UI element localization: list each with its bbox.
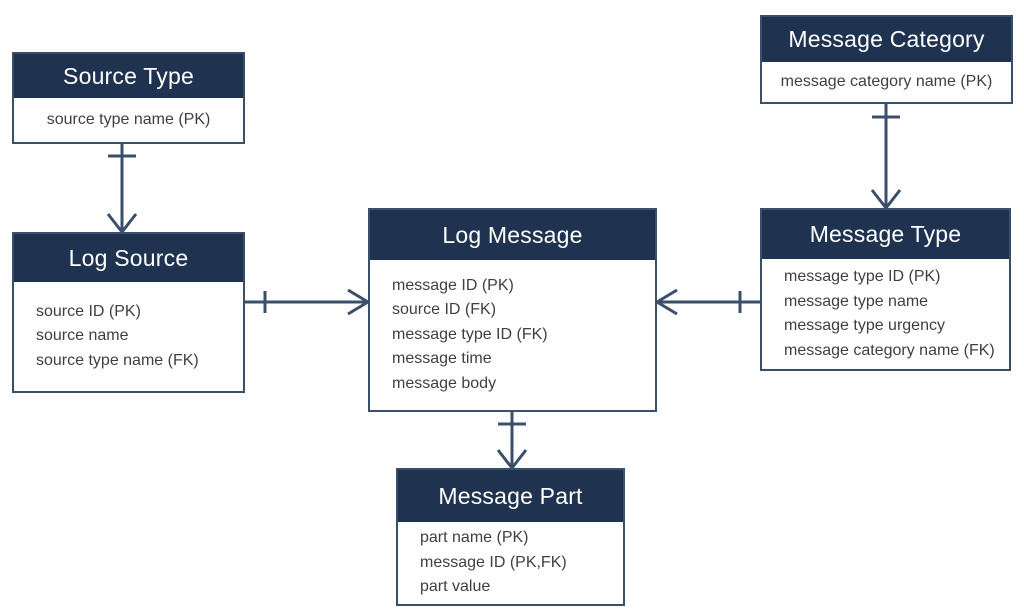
attribute-row: message body: [392, 374, 497, 392]
attribute-row: source ID (PK): [36, 302, 141, 320]
connector-message-category-to-message-type: [870, 104, 902, 209]
entity-title: Message Part: [438, 482, 583, 509]
entity-log-source[interactable]: Log Source source ID (PK) source name so…: [12, 232, 245, 393]
entity-attributes-message-part: part name (PK) message ID (PK,FK) part v…: [398, 522, 623, 604]
attribute-row: message category name (PK): [780, 72, 993, 90]
connector-source-type-to-log-source: [106, 144, 138, 233]
attribute-row: message category name (FK): [784, 341, 995, 359]
entity-header-message-category: Message Category: [762, 17, 1011, 62]
entity-message-type[interactable]: Message Type message type ID (PK) messag…: [760, 208, 1011, 371]
attribute-row: part value: [420, 578, 491, 596]
entity-title: Message Category: [788, 26, 985, 52]
entity-header-source-type: Source Type: [14, 54, 243, 98]
attribute-row: message type ID (PK): [784, 268, 941, 285]
connector-log-message-to-message-part: [496, 412, 528, 469]
entity-attributes-log-source: source ID (PK) source name source type n…: [14, 282, 243, 391]
entity-source-type[interactable]: Source Type source type name (PK): [12, 52, 245, 144]
entity-attributes-log-message: message ID (PK) source ID (FK) message t…: [370, 260, 655, 410]
connector-log-message-to-message-type: [656, 288, 760, 316]
entity-header-message-type: Message Type: [762, 210, 1009, 259]
attribute-row: source ID (FK): [392, 301, 497, 319]
attribute-row: message type name: [784, 292, 929, 310]
connector-log-source-to-log-message: [245, 288, 369, 316]
er-diagram-canvas: Source Type source type name (PK) Log So…: [0, 0, 1024, 616]
entity-title: Log Message: [442, 221, 583, 248]
entity-log-message[interactable]: Log Message message ID (PK) source ID (F…: [368, 208, 657, 412]
entity-message-category[interactable]: Message Category message category name (…: [760, 15, 1013, 104]
attribute-row: message type ID (FK): [392, 325, 548, 343]
entity-attributes-message-type: message type ID (PK) message type name m…: [762, 259, 1009, 369]
entity-title: Log Source: [68, 244, 189, 271]
attribute-row: message ID (PK): [392, 276, 514, 294]
attribute-row: message time: [392, 350, 492, 368]
entity-title: Source Type: [63, 62, 194, 89]
attribute-row: source name: [36, 327, 129, 345]
entity-title: Message Type: [809, 221, 962, 247]
entity-attributes-message-category: message category name (PK): [762, 62, 1011, 102]
attribute-row: message type urgency: [784, 317, 945, 334]
entity-message-part[interactable]: Message Part part name (PK) message ID (…: [396, 468, 625, 606]
attribute-row: source type name (FK): [36, 351, 199, 369]
entity-header-log-source: Log Source: [14, 234, 243, 282]
attribute-row: source type name (PK): [46, 110, 211, 128]
attribute-row: part name (PK): [420, 529, 529, 547]
attribute-row: message ID (PK,FK): [420, 553, 567, 571]
entity-header-message-part: Message Part: [398, 470, 623, 522]
entity-attributes-source-type: source type name (PK): [14, 98, 243, 142]
entity-header-log-message: Log Message: [370, 210, 655, 260]
